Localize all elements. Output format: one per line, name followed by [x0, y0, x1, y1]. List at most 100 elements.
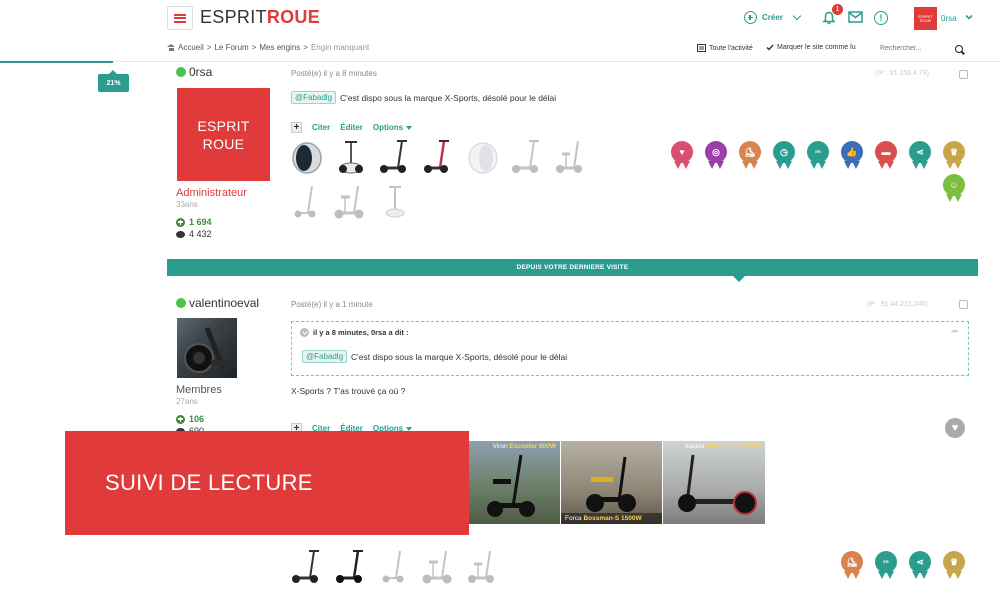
post-content: @Fabadlg C'est dispo sous la marque X-Sp…	[291, 91, 556, 104]
badge-comment[interactable]: ▬	[875, 141, 897, 171]
person-icon: ☺	[949, 179, 959, 190]
all-activity-link[interactable]: Toute l'activité	[697, 44, 753, 52]
post-message: X-Sports ? T'as trouvé ça où ?	[291, 386, 406, 396]
electric-scooter-icon[interactable]	[290, 548, 324, 586]
user-avatar-line2: ROUE	[919, 17, 932, 23]
ad-banner-xiaomi[interactable]: Xiaomi M365 Clone 250W	[663, 441, 765, 524]
activity-feed-icon	[697, 44, 706, 52]
like-heart-button[interactable]: ♥	[945, 418, 965, 438]
user-mention[interactable]: @Fabadlg	[302, 350, 348, 363]
post-select-checkbox[interactable]	[959, 70, 968, 79]
badge-trophy[interactable]: ♛	[943, 551, 965, 581]
hamburger-icon	[174, 13, 186, 23]
post-content: X-Sports ? T'as trouvé ça où ?	[291, 386, 405, 396]
electric-scooter-dark-icon[interactable]	[334, 548, 368, 586]
author-avatar-photo[interactable]	[177, 318, 237, 378]
user-menu-name[interactable]: 0rsa	[941, 14, 957, 23]
online-status-dot	[176, 298, 186, 308]
scooter-photo-icon	[184, 327, 237, 373]
quote-button[interactable]: Citer	[312, 123, 330, 132]
quote-block: il y a 8 minutes, 0rsa a dit : ➦ @Fabadl…	[291, 321, 969, 376]
options-button[interactable]: Options	[373, 123, 413, 132]
badge-scooter[interactable]: ⛸	[841, 551, 863, 581]
badge-clock[interactable]: ◷	[773, 141, 795, 171]
author-role: Administrateur	[176, 187, 247, 199]
badge-share[interactable]: ⋖	[909, 141, 931, 171]
author-age: 33ans	[176, 200, 198, 209]
reputation-value: 1 694	[189, 217, 212, 227]
user-chevron-down-icon[interactable]	[964, 12, 974, 22]
badge-share[interactable]: ⋖	[909, 551, 931, 581]
quote-source-arrow-icon[interactable]: ➦	[951, 326, 959, 337]
hoverboard-segway-icon[interactable]	[334, 138, 368, 176]
kick-scooter-faded-icon[interactable]	[290, 183, 324, 221]
notification-count-badge: 1	[832, 4, 843, 15]
badge-thumbs-up[interactable]: 👍	[841, 141, 863, 171]
seated-escooter-faded-icon[interactable]	[334, 183, 368, 221]
post-ip-info: (IP : 91.44.215.246)	[866, 301, 928, 308]
post-message: C'est dispo sous la marque X-Sports, dés…	[340, 92, 557, 103]
home-icon	[167, 44, 175, 51]
post-author[interactable]: 0rsa	[189, 65, 212, 79]
seated-escooter-faded-icon[interactable]	[422, 548, 456, 586]
ad-label: Xiaomi M365 Clone 250W	[684, 443, 761, 450]
badge-esprit-roue[interactable]: ER	[807, 141, 829, 171]
clock-icon: ◷	[780, 146, 788, 157]
badge-heart[interactable]: ♥	[671, 141, 693, 171]
electric-scooter-icon[interactable]	[378, 138, 412, 176]
breadcrumb-item-forum[interactable]: Le Forum	[214, 43, 248, 52]
author-reputation: 106	[176, 414, 204, 424]
ad-label: Forca Bossman-S 1500W	[561, 513, 662, 524]
user-mention[interactable]: @Fabadlg	[291, 91, 337, 104]
search-icon[interactable]	[955, 45, 963, 53]
mark-site-read-link[interactable]: Marquer le site comme lu	[766, 44, 856, 51]
plus-circle-icon	[744, 11, 757, 24]
esprit-roue-icon: ER	[883, 559, 889, 564]
create-button[interactable]: Créer	[744, 11, 802, 24]
badge-scooter[interactable]: ⛸	[739, 141, 761, 171]
mark-read-label: Marquer le site comme lu	[777, 44, 856, 51]
monowheel-faded-icon[interactable]	[466, 138, 500, 176]
multiquote-plus-button[interactable]: +	[291, 122, 302, 133]
post-author[interactable]: valentinoeval	[189, 296, 259, 310]
badge-trophy[interactable]: ♛	[943, 141, 965, 171]
user-avatar[interactable]: ESPRIT ROUE	[914, 7, 937, 30]
badge-esprit-roue[interactable]: ER	[875, 551, 897, 581]
badge-ring[interactable]: ◎	[705, 141, 727, 171]
post-select-checkbox[interactable]	[959, 300, 968, 309]
post-date[interactable]: Posté(e) il y a 1 minute	[291, 300, 373, 309]
electric-scooter-red-icon[interactable]	[422, 138, 456, 176]
activity-label: Toute l'activité	[709, 44, 753, 52]
comment-icon: ▬	[881, 146, 891, 157]
ad-banner-viron[interactable]: Viron Escooter 800W	[469, 441, 560, 524]
post-date[interactable]: Posté(e) il y a 8 minutes	[291, 69, 377, 78]
post-actions: + Citer Éditer Options	[291, 122, 413, 133]
top-header: ESPRITROUE Créer 1 ! ESPRIT ROUE 0rsa Ac…	[0, 0, 1000, 62]
site-logo[interactable]: ESPRITROUE	[200, 7, 320, 28]
logo-text-part1: ESPRIT	[200, 7, 267, 27]
ring-icon: ◎	[712, 146, 720, 157]
ad-banner-forca[interactable]: Forca Bossman-S 1500W	[561, 441, 662, 524]
mail-icon[interactable]	[848, 11, 863, 23]
heart-icon: ♥	[951, 422, 959, 434]
edit-button[interactable]: Éditer	[340, 123, 363, 132]
kick-scooter-faded-icon[interactable]	[378, 548, 412, 586]
monowheel-icon[interactable]	[290, 138, 324, 176]
menu-hamburger-button[interactable]	[167, 6, 193, 30]
reading-tracker-overlay: SUIVI DE LECTURE	[65, 431, 469, 535]
badge-person[interactable]: ☺	[943, 174, 965, 204]
avatar-line1: ESPRIT	[197, 117, 250, 134]
gyropode-faded-icon[interactable]	[378, 183, 412, 221]
post-count-value: 4 432	[189, 229, 212, 239]
quote-header[interactable]: il y a 8 minutes, 0rsa a dit :	[300, 328, 408, 337]
seated-scooter-faded-icon[interactable]	[466, 548, 500, 586]
page: ESPRITROUE Créer 1 ! ESPRIT ROUE 0rsa Ac…	[0, 0, 1000, 608]
author-avatar[interactable]: ESPRIT ROUE	[177, 88, 270, 181]
seated-scooter-faded-icon[interactable]	[554, 138, 588, 176]
electric-scooter-faded-icon[interactable]	[510, 138, 544, 176]
reading-progress-bar	[0, 61, 113, 63]
help-icon[interactable]: !	[874, 11, 888, 25]
breadcrumb-item-home[interactable]: Accueil	[178, 43, 204, 52]
scooter-icon: ⛸	[846, 556, 858, 567]
breadcrumb-item-engins[interactable]: Mes engins	[259, 43, 300, 52]
